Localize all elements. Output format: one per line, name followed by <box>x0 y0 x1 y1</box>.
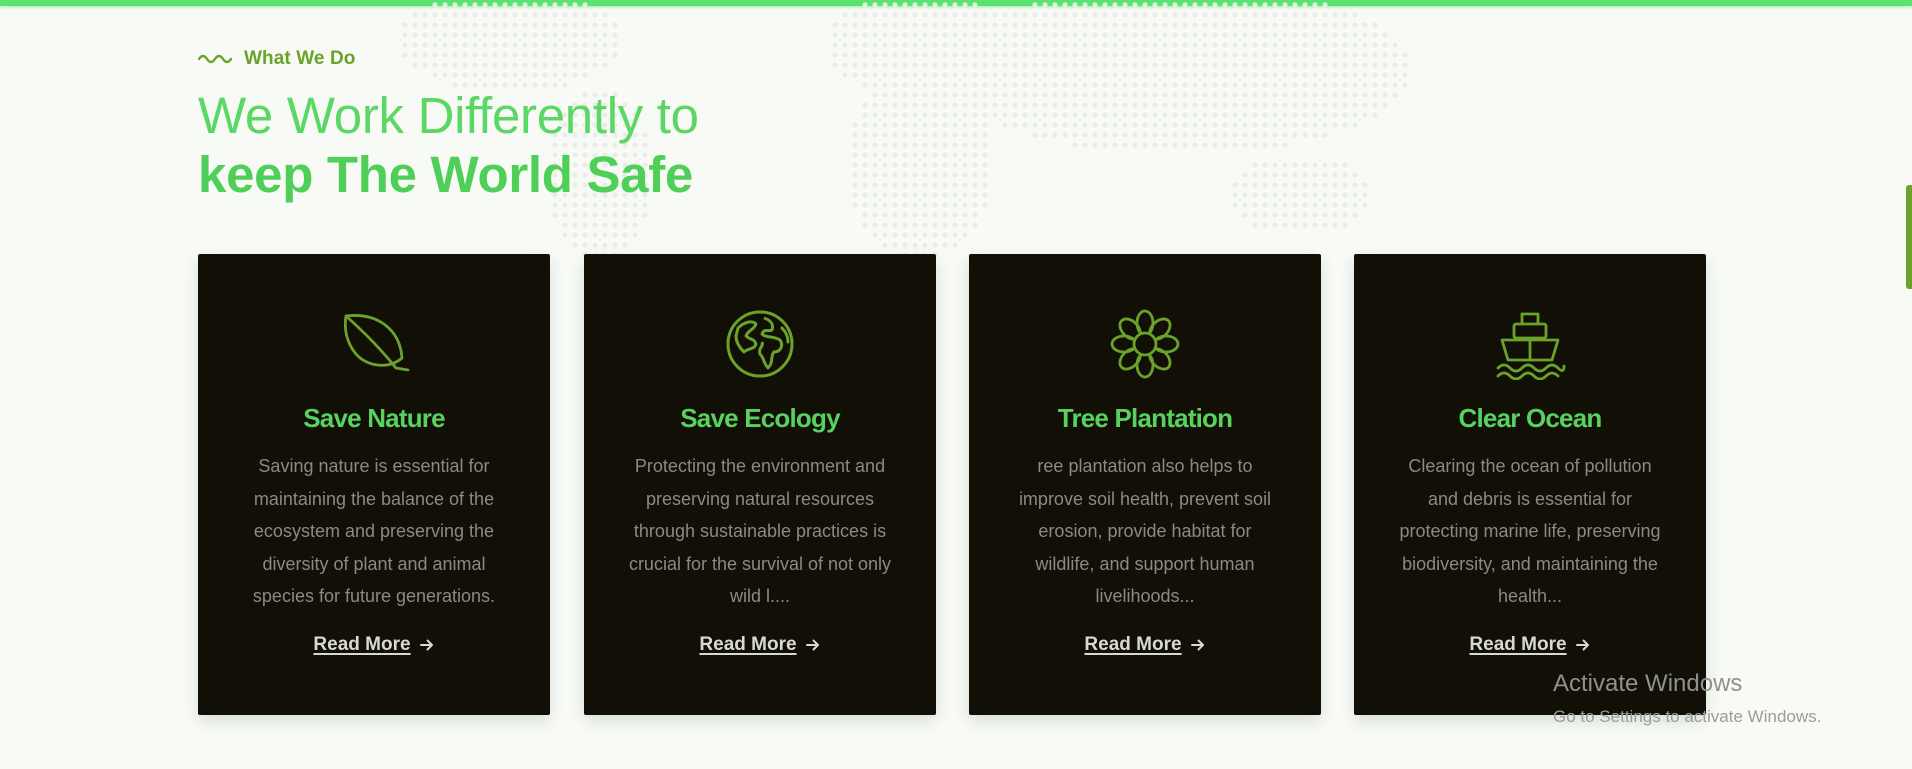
read-more-label[interactable]: Read More <box>1084 634 1181 656</box>
flower-icon <box>1110 309 1180 379</box>
eyebrow-label: What We Do <box>244 48 356 69</box>
arrow-right-icon <box>1575 639 1589 651</box>
read-more-label[interactable]: Read More <box>699 634 796 656</box>
card-description: Saving nature is essential for maintaini… <box>252 456 496 606</box>
service-card-save-ecology: Save Ecology Protecting the environment … <box>584 254 936 715</box>
card-description: Clearing the ocean of pollution and debr… <box>1399 456 1661 606</box>
read-more-link[interactable]: Read More <box>1354 634 1706 656</box>
card-title: Clear Ocean <box>1458 403 1603 433</box>
what-we-do-page: What We Do We Work Differently to keep T… <box>0 0 1912 769</box>
scroll-indicator[interactable] <box>1906 185 1912 289</box>
arrow-right-icon <box>1190 639 1204 651</box>
card-title: Tree Plantation <box>1057 403 1233 433</box>
watermark-title: Activate Windows <box>1553 670 1743 697</box>
eyebrow: What We Do <box>198 48 699 70</box>
read-more-link[interactable]: Read More <box>969 634 1321 656</box>
read-more-link[interactable]: Read More <box>198 634 550 656</box>
globe-icon <box>726 310 794 378</box>
arrow-right-icon <box>805 639 819 651</box>
card-description: Protecting the environment and preservin… <box>628 456 892 606</box>
service-card-tree-plantation: Tree Plantation ree plantation also help… <box>969 254 1321 715</box>
watermark-subtitle: Go to Settings to activate Windows. <box>1553 707 1822 726</box>
activate-windows-watermark: Activate Windows Go to Settings to activ… <box>1553 670 1822 726</box>
card-title: Save Nature <box>303 403 445 433</box>
ship-icon <box>1496 312 1566 380</box>
service-card-save-nature: Save Nature Saving nature is essential f… <box>198 254 550 715</box>
section-header: What We Do We Work Differently to keep T… <box>198 48 699 200</box>
leaf-icon <box>343 314 410 372</box>
service-card-clear-ocean: Clear Ocean Clearing the ocean of pollut… <box>1354 254 1706 715</box>
read-more-link[interactable]: Read More <box>584 634 936 656</box>
card-description: ree plantation also helps to improve soi… <box>1018 456 1272 606</box>
read-more-label[interactable]: Read More <box>1469 634 1566 656</box>
section-heading-line1: We Work Differently to <box>198 87 699 144</box>
read-more-label[interactable]: Read More <box>313 634 410 656</box>
arrow-right-icon <box>419 639 433 651</box>
wave-icon <box>198 54 233 64</box>
section-heading-line2: keep The World Safe <box>198 146 693 203</box>
card-title: Save Ecology <box>680 403 840 433</box>
